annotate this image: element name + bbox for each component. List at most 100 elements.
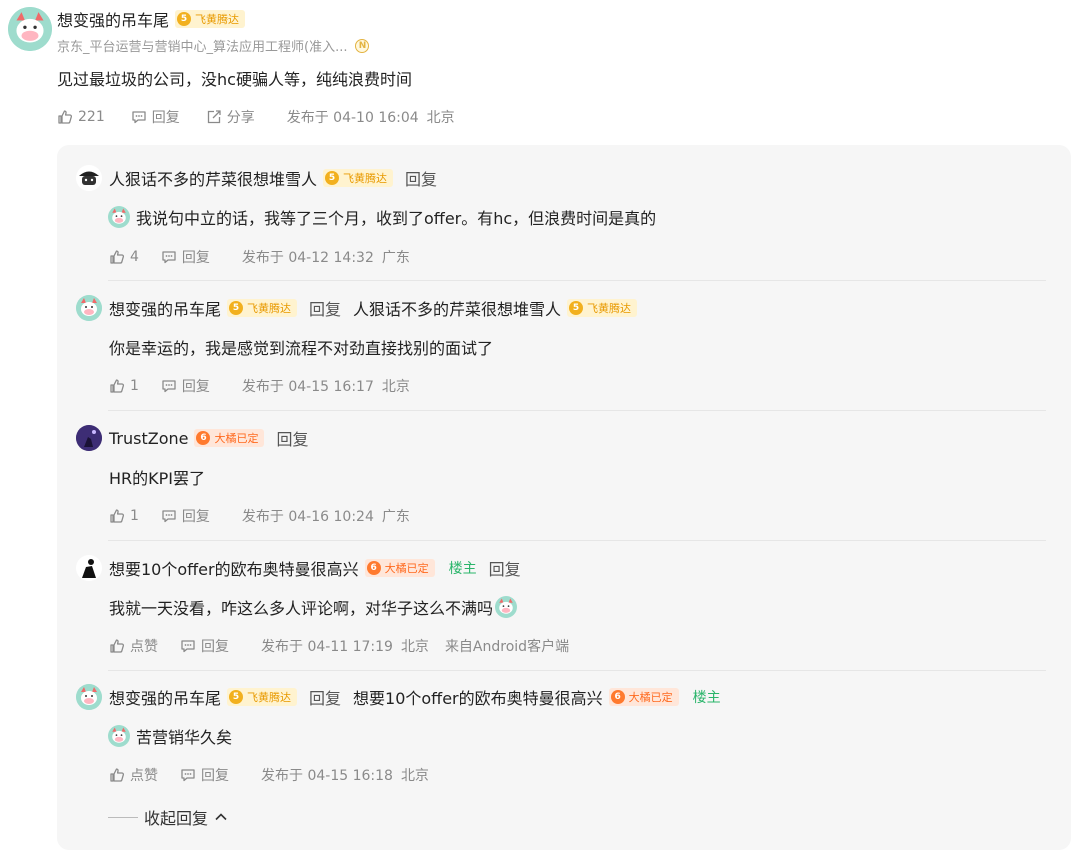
reply-to-label: 回复 xyxy=(309,300,342,319)
post-time: 发布于 04-15 16:18 xyxy=(261,768,393,784)
n-badge-icon: N xyxy=(355,38,370,53)
like-count: 221 xyxy=(78,109,105,125)
like-button[interactable]: 221 xyxy=(57,109,105,125)
cow-avatar-icon xyxy=(76,684,102,710)
level-title: 飞黄腾达 xyxy=(587,302,632,315)
comment-text: 我说句中立的话，我等了三个月，收到了offer。有hc，但浪费时间是真的 xyxy=(136,209,657,228)
author-subtitle: 京东_平台运营与营销中心_算法应用工程师(准入... N xyxy=(57,36,370,55)
comment-actions: 点赞 回复 发布于 04-11 17:19 北京 来自Android客户端 xyxy=(109,636,569,656)
post-location: 广东 xyxy=(381,509,410,525)
level-number: 5 xyxy=(569,301,584,315)
author-name[interactable]: TrustZone xyxy=(109,429,188,448)
author-name[interactable]: 人狠话不多的芹菜很想堆雪人 xyxy=(109,166,317,190)
level-title: 大橘已定 xyxy=(384,562,429,575)
like-button[interactable]: 4 xyxy=(109,249,139,265)
silhouette-avatar-icon xyxy=(76,555,102,581)
comment-actions: 1 回复 发布于 04-15 16:17 北京 xyxy=(109,376,410,396)
reply-link[interactable]: 回复 xyxy=(405,166,437,190)
author-company: 京东_平台运营与营销中心_算法应用工程师(准入... xyxy=(57,40,348,55)
level-badge: 5 飞黄腾达 xyxy=(175,10,246,28)
reply-button[interactable]: 回复 xyxy=(161,506,210,526)
level-badge: 6 大橘已定 xyxy=(194,429,265,447)
level-title: 飞黄腾达 xyxy=(343,172,388,185)
post-time: 发布于 04-16 10:24 xyxy=(241,509,374,525)
reply-item: 想要10个offer的欧布奥特曼很高兴 6 大橘已定 楼主 回复 我就一天没看，… xyxy=(76,555,1046,685)
post-location: 北京 xyxy=(400,768,429,784)
reply-button[interactable]: 回复 xyxy=(161,376,210,396)
author-name[interactable]: 想变强的吊车尾 xyxy=(57,7,169,31)
share-button[interactable]: 分享 xyxy=(206,107,255,127)
author-row: 想要10个offer的欧布奥特曼很高兴 6 大橘已定 楼主 回复 xyxy=(109,555,521,581)
reply-target-name[interactable]: 人狠话不多的芹菜很想堆雪人 xyxy=(353,296,561,320)
reply-link[interactable]: 回复 xyxy=(489,556,521,580)
reply-button[interactable]: 回复 xyxy=(161,247,210,267)
avatar[interactable] xyxy=(8,7,52,51)
main-comment: 想变强的吊车尾 5 飞黄腾达 京东_平台运营与营销中心_算法应用工程师(准入..… xyxy=(0,0,1080,145)
like-button[interactable]: 1 xyxy=(109,508,139,524)
cow-emoji-icon xyxy=(108,206,130,228)
post-time: 发布于 04-11 17:19 xyxy=(261,639,393,655)
post-time: 发布于 04-12 14:32 xyxy=(241,250,374,266)
author-row: 人狠话不多的芹菜很想堆雪人 5 飞黄腾达 回复 xyxy=(109,165,437,191)
cow-avatar-icon xyxy=(76,295,102,321)
reply-label: 回复 xyxy=(181,250,210,266)
cow-emoji-icon xyxy=(108,725,130,747)
collapse-replies-button[interactable]: 收起回复 xyxy=(108,805,228,829)
author-name[interactable]: 想变强的吊车尾 xyxy=(109,685,221,709)
cow-shocked-emoji-icon xyxy=(495,596,517,618)
comment-actions: 点赞 回复 发布于 04-15 16:18 北京 xyxy=(109,765,429,785)
comment-actions: 4 回复 发布于 04-12 14:32 广东 xyxy=(109,247,410,267)
avatar[interactable] xyxy=(76,555,102,581)
level-number: 5 xyxy=(177,12,192,26)
collapse-label: 收起回复 xyxy=(144,809,209,828)
post-location: 北京 xyxy=(381,379,410,395)
level-badge: 6 大橘已定 xyxy=(364,559,435,577)
comment-bubble-icon xyxy=(180,767,196,783)
reply-item: 想变强的吊车尾 5 飞黄腾达 回复 人狠话不多的芹菜很想堆雪人 5 飞黄腾达 你… xyxy=(76,295,1046,425)
target-level-badge: 5 飞黄腾达 xyxy=(567,299,638,317)
comment-content: 我说句中立的话，我等了三个月，收到了offer。有hc，但浪费时间是真的 xyxy=(108,205,656,229)
reply-link[interactable]: 回复 xyxy=(276,426,308,450)
avatar[interactable] xyxy=(76,295,102,321)
level-number: 5 xyxy=(325,171,340,185)
level-title: 飞黄腾达 xyxy=(195,13,240,26)
post-client: 来自Android客户端 xyxy=(444,639,570,655)
avatar[interactable] xyxy=(76,425,102,451)
level-number: 5 xyxy=(229,690,244,704)
avatar[interactable] xyxy=(76,684,102,710)
comment-content: HR的KPI罢了 xyxy=(109,469,206,488)
comment-content: 苦营销华久矣 xyxy=(108,724,232,748)
like-label: 点赞 xyxy=(130,768,158,784)
divider xyxy=(108,540,1046,541)
reply-button[interactable]: 回复 xyxy=(180,765,229,785)
like-button[interactable]: 点赞 xyxy=(109,765,158,785)
like-count: 4 xyxy=(130,249,139,265)
reply-label: 回复 xyxy=(181,379,210,395)
reply-button[interactable]: 回复 xyxy=(180,636,229,656)
like-button[interactable]: 1 xyxy=(109,378,139,394)
author-name[interactable]: 想要10个offer的欧布奥特曼很高兴 xyxy=(109,556,359,580)
level-badge: 5 飞黄腾达 xyxy=(227,299,298,317)
like-count: 1 xyxy=(130,378,139,394)
thumbs-up-icon xyxy=(109,767,125,783)
avatar[interactable] xyxy=(76,165,102,191)
level-title: 飞黄腾达 xyxy=(247,302,292,315)
owner-tag: 楼主 xyxy=(448,561,477,577)
reply-target-name[interactable]: 想要10个offer的欧布奥特曼很高兴 xyxy=(353,685,603,709)
comment-text: 我就一天没看，咋这么多人评论啊，对华子这么不满吗 xyxy=(109,599,494,618)
level-title: 大橘已定 xyxy=(214,432,259,445)
comment-content: 见过最垃圾的公司，没hc硬骗人等，纯纯浪费时间 xyxy=(57,70,412,89)
hat-face-avatar-icon xyxy=(76,165,102,191)
thumbs-up-icon xyxy=(109,508,125,524)
like-count: 1 xyxy=(130,508,139,524)
author-name[interactable]: 想变强的吊车尾 xyxy=(109,296,221,320)
reply-panel: 人狠话不多的芹菜很想堆雪人 5 飞黄腾达 回复 我说句中立的话，我等了三个月，收… xyxy=(57,145,1071,850)
reply-button[interactable]: 回复 xyxy=(131,107,180,127)
like-button[interactable]: 点赞 xyxy=(109,636,158,656)
comment-bubble-icon xyxy=(180,638,196,654)
reply-label: 回复 xyxy=(151,110,180,126)
comment-content: 我就一天没看，咋这么多人评论啊，对华子这么不满吗 xyxy=(109,595,523,619)
level-number: 6 xyxy=(196,431,211,445)
thumbs-up-icon xyxy=(57,109,73,125)
collapse-line xyxy=(108,816,138,818)
